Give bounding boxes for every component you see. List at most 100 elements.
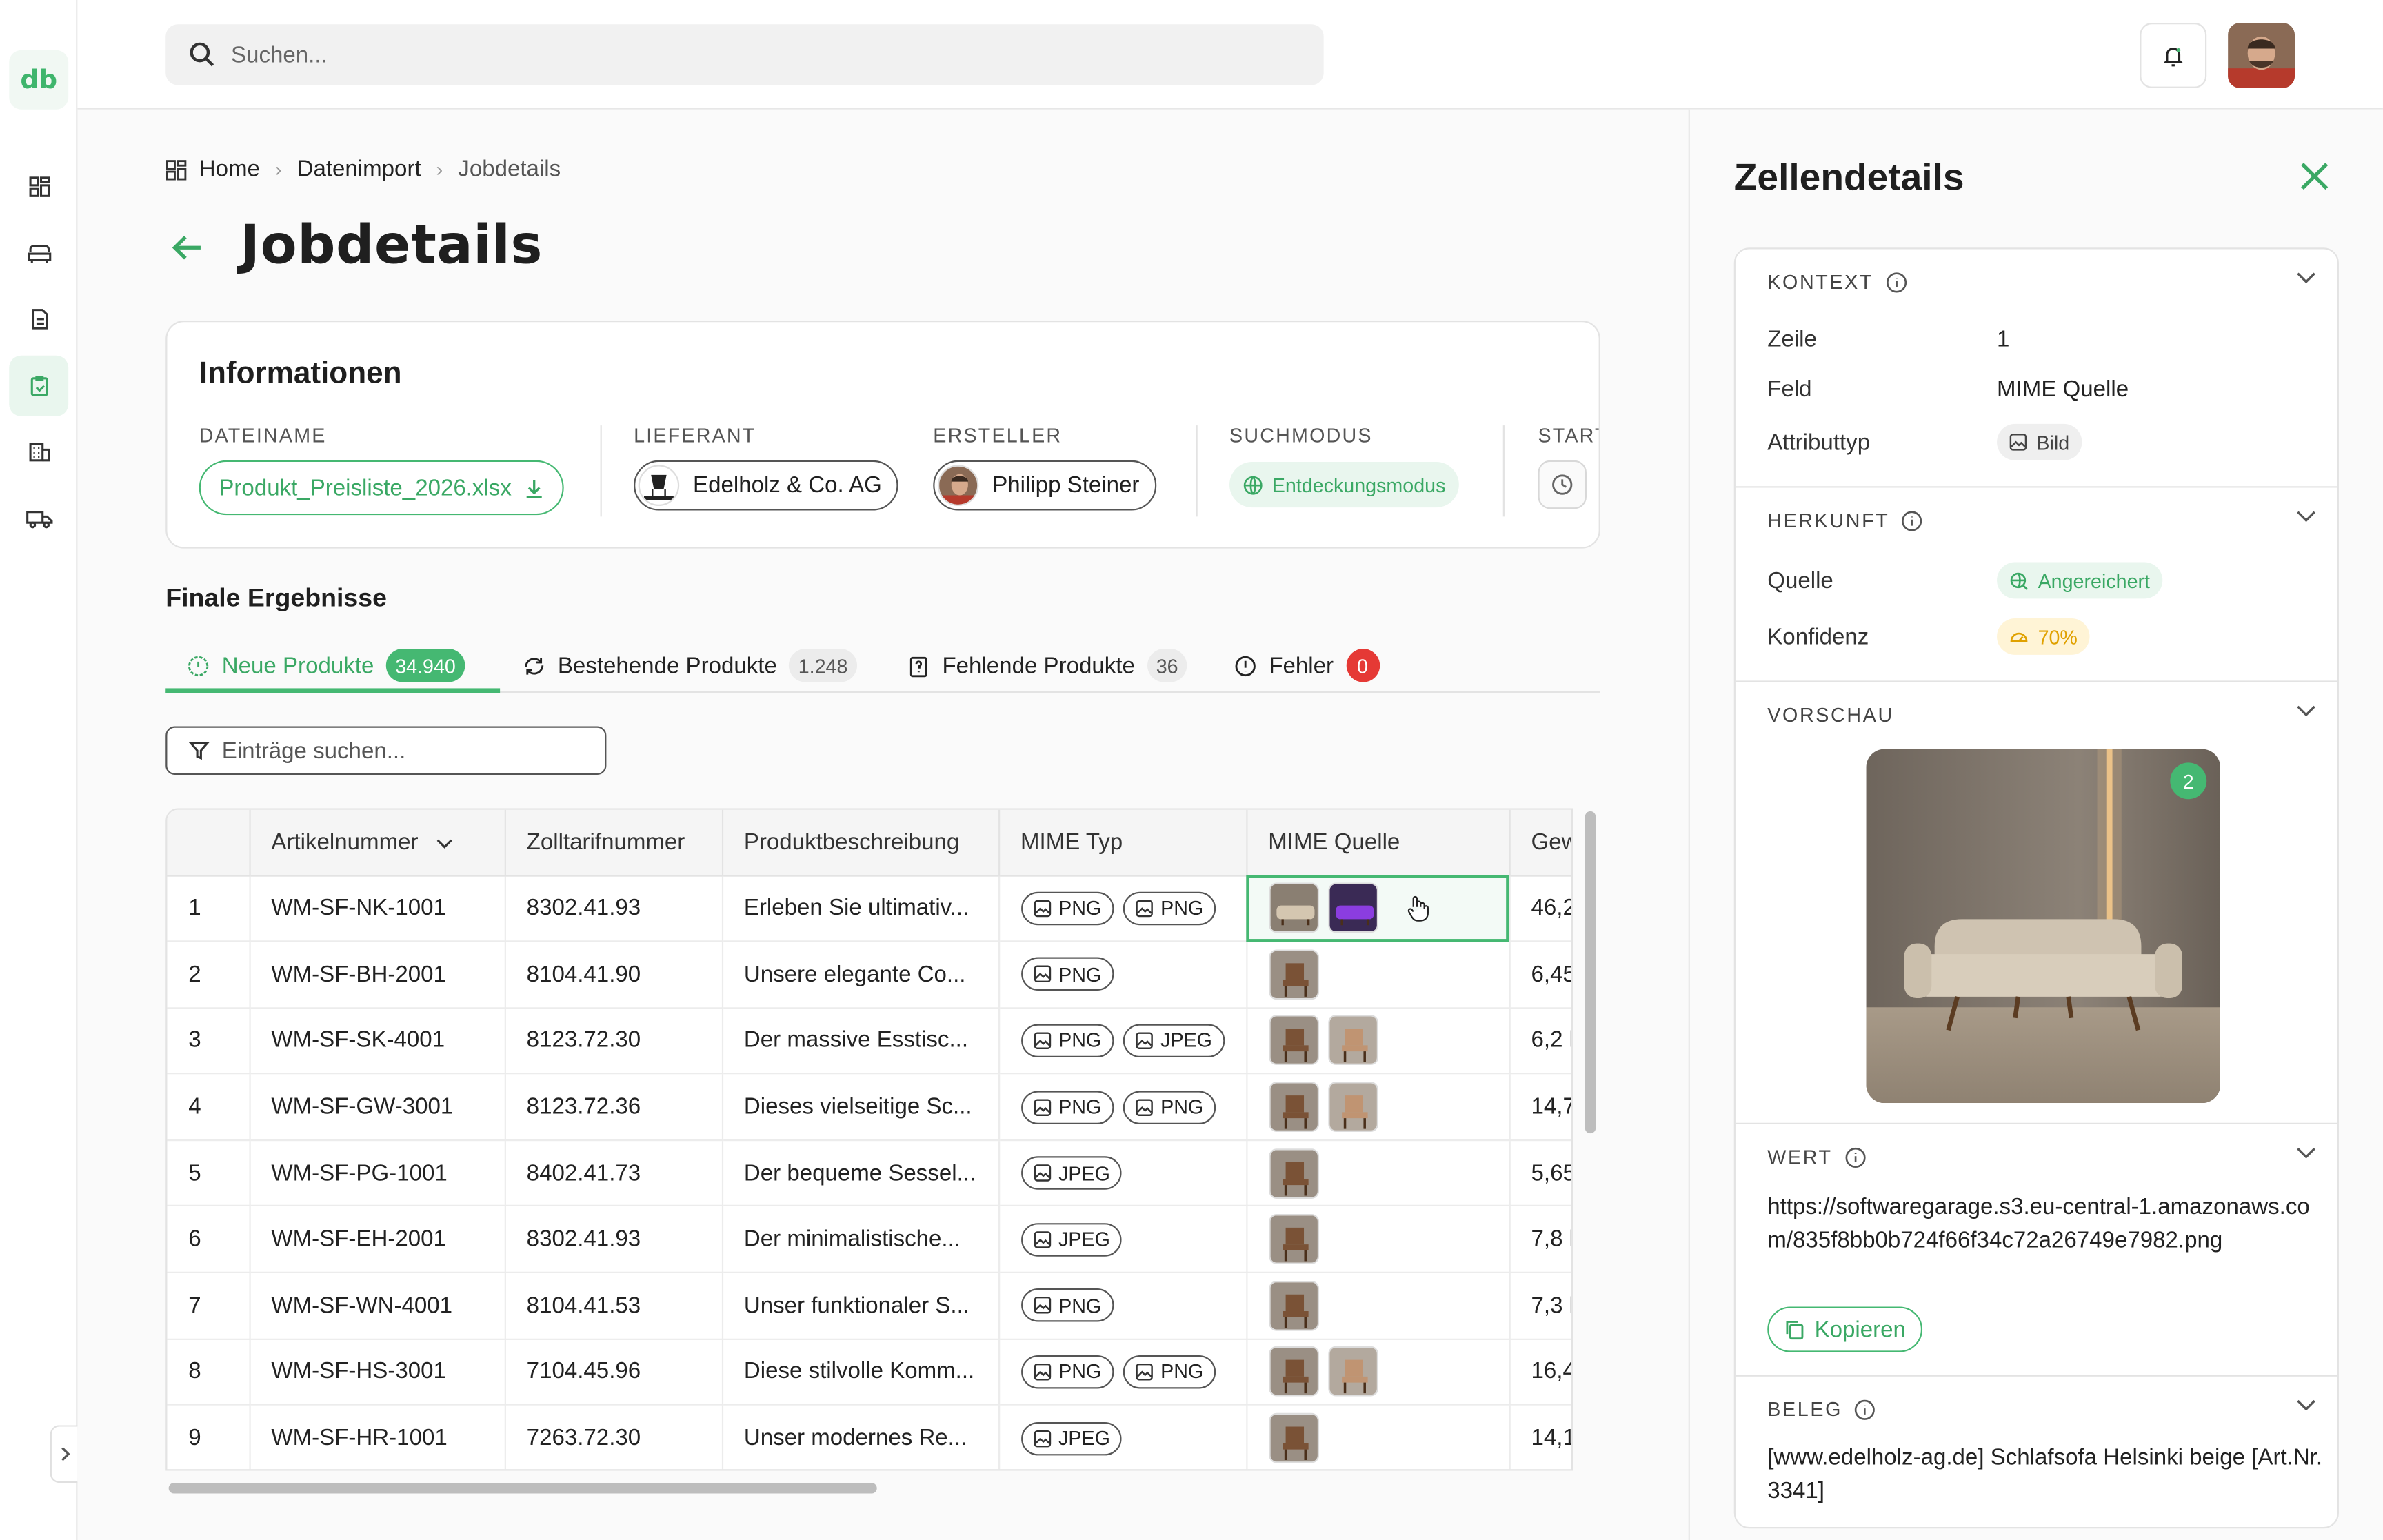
cell-artikelnummer[interactable]: WM-SF-NK-1001 [249, 875, 505, 942]
cell-mime-typ[interactable]: PNG PNG [998, 875, 1247, 942]
cell-mime-quelle[interactable] [1246, 1272, 1510, 1340]
column-header-mime-quelle[interactable]: MIME Quelle [1246, 809, 1510, 876]
cell-gewicht[interactable]: 7,8 k [1509, 1206, 1571, 1274]
cell-produktbeschreibung[interactable]: Unsere elegante Co... [721, 941, 1000, 1009]
cell-produktbeschreibung[interactable]: Der bequeme Sessel... [721, 1139, 1000, 1207]
app-logo[interactable]: db [9, 50, 69, 110]
chevron-down-icon[interactable] [2296, 1147, 2316, 1159]
section-header[interactable]: KONTEXT [1767, 270, 1907, 293]
cell-mime-quelle[interactable] [1246, 1339, 1510, 1406]
cell-mime-typ[interactable]: PNG [998, 1272, 1247, 1340]
image-thumbnail[interactable] [1268, 1148, 1318, 1199]
search-input[interactable] [231, 41, 1143, 68]
image-thumbnail[interactable] [1268, 1412, 1318, 1463]
cell-zolltarifnummer[interactable]: 8302.41.93 [504, 1206, 723, 1274]
table-row[interactable]: 9 WM-SF-HR-1001 7263.72.30 Unser modernes R… [167, 1405, 1571, 1470]
table-row[interactable]: 8 WM-SF-HS-3001 7104.45.96 Diese stilvolle … [167, 1339, 1571, 1406]
download-file-button[interactable]: Produkt_Preisliste_2026.xlsx [199, 460, 563, 516]
breadcrumb-datenimport[interactable]: Datenimport [297, 156, 421, 182]
cell-mime-typ[interactable]: PNG [998, 941, 1247, 1009]
section-header[interactable]: BELEG [1767, 1398, 1876, 1421]
table-row[interactable]: 3 WM-SF-SK-4001 8123.72.30 Der massive Esst… [167, 1007, 1571, 1075]
document-icon[interactable] [9, 289, 68, 349]
preview-image[interactable]: 2 [1866, 749, 2221, 1104]
table-row[interactable]: 1 WM-SF-NK-1001 8302.41.93 Erleben Sie ulti… [167, 875, 1571, 942]
cell-artikelnummer[interactable]: WM-SF-HS-3001 [249, 1339, 505, 1406]
building-icon[interactable] [9, 421, 68, 482]
cell-produktbeschreibung[interactable]: Der massive Esstisc... [721, 1007, 1000, 1075]
column-header-produktbeschreibung[interactable]: Produktbeschreibung [721, 809, 1000, 876]
cell-zolltarifnummer[interactable]: 8104.41.90 [504, 941, 723, 1009]
cell-zolltarifnummer[interactable]: 8123.72.30 [504, 1007, 723, 1075]
cell-mime-typ[interactable]: PNG JPEG [998, 1007, 1247, 1075]
tab-existing-products[interactable]: Bestehende Produkte 1.248 [523, 638, 857, 693]
cell-zolltarifnummer[interactable]: 8104.41.53 [504, 1272, 723, 1340]
cell-gewicht[interactable]: 14,1 [1509, 1405, 1571, 1470]
chevron-down-icon[interactable] [2296, 511, 2316, 523]
cell-gewicht[interactable]: 5,65 [1509, 1139, 1571, 1207]
cell-gewicht[interactable]: 16,4 [1509, 1339, 1571, 1406]
chevron-down-icon[interactable] [2296, 1399, 2316, 1412]
cell-artikelnummer[interactable]: WM-SF-BH-2001 [249, 941, 505, 1009]
cell-produktbeschreibung[interactable]: Diese stilvolle Komm... [721, 1339, 1000, 1406]
cell-mime-quelle[interactable] [1246, 1139, 1510, 1207]
expand-sidebar-button[interactable] [50, 1425, 78, 1483]
chevron-down-icon[interactable] [2296, 272, 2316, 285]
close-panel-button[interactable] [2297, 159, 2331, 201]
cell-mime-typ[interactable]: JPEG [998, 1206, 1247, 1274]
cell-artikelnummer[interactable]: WM-SF-GW-3001 [249, 1073, 505, 1141]
section-header[interactable]: VORSCHAU [1767, 703, 1894, 726]
section-header[interactable]: WERT [1767, 1146, 1866, 1168]
image-thumbnail[interactable] [1268, 1015, 1318, 1066]
cell-mime-quelle[interactable] [1246, 1206, 1510, 1274]
cell-produktbeschreibung[interactable]: Erleben Sie ultimativ... [721, 875, 1000, 942]
cell-mime-quelle[interactable] [1246, 875, 1510, 942]
cell-artikelnummer[interactable]: WM-SF-PG-1001 [249, 1139, 505, 1207]
tab-errors[interactable]: Fehler 0 [1234, 638, 1380, 693]
image-thumbnail[interactable] [1327, 1015, 1378, 1066]
cell-produktbeschreibung[interactable]: Unser modernes Re... [721, 1405, 1000, 1470]
cell-mime-quelle[interactable] [1246, 941, 1510, 1009]
tab-new-products[interactable]: Neue Produkte 34.940 [187, 638, 465, 693]
start-time-button[interactable] [1538, 460, 1587, 509]
sofa-icon[interactable] [9, 223, 68, 284]
image-thumbnail[interactable] [1268, 1082, 1318, 1133]
back-button[interactable] [167, 228, 206, 275]
cell-artikelnummer[interactable]: WM-SF-WN-4001 [249, 1272, 505, 1340]
breadcrumb-home[interactable]: Home [199, 156, 260, 182]
cell-mime-typ[interactable]: JPEG [998, 1405, 1247, 1470]
cell-zolltarifnummer[interactable]: 8123.72.36 [504, 1073, 723, 1141]
cell-mime-quelle[interactable] [1246, 1007, 1510, 1075]
table-row[interactable]: 6 WM-SF-EH-2001 8302.41.93 Der minimalistis… [167, 1206, 1571, 1274]
filter-input[interactable] [221, 738, 587, 764]
cell-zolltarifnummer[interactable]: 8402.41.73 [504, 1139, 723, 1207]
image-thumbnail[interactable] [1268, 949, 1318, 1000]
cell-gewicht[interactable]: 6,45 [1509, 941, 1571, 1009]
cell-artikelnummer[interactable]: WM-SF-HR-1001 [249, 1405, 505, 1470]
cell-mime-quelle[interactable] [1246, 1405, 1510, 1470]
table-row[interactable]: 2 WM-SF-BH-2001 8104.41.90 Unsere elegante … [167, 941, 1571, 1009]
cell-zolltarifnummer[interactable]: 7104.45.96 [504, 1339, 723, 1406]
column-header-gewicht[interactable]: Gew [1509, 809, 1571, 876]
table-row[interactable]: 4 WM-SF-GW-3001 8123.72.36 Dieses vielseiti… [167, 1073, 1571, 1141]
truck-icon[interactable] [9, 487, 68, 548]
chevron-down-icon[interactable] [2296, 705, 2316, 718]
table-row[interactable]: 7 WM-SF-WN-4001 8104.41.53 Unser funktional… [167, 1272, 1571, 1340]
cell-produktbeschreibung[interactable]: Der minimalistische... [721, 1206, 1000, 1274]
vertical-scrollbar[interactable] [1585, 811, 1596, 1134]
creator-pill[interactable]: Philipp Steiner [933, 460, 1156, 511]
copy-button[interactable]: Kopieren [1767, 1306, 1923, 1352]
cell-produktbeschreibung[interactable]: Unser funktionaler S... [721, 1272, 1000, 1340]
image-thumbnail[interactable] [1327, 1346, 1378, 1397]
section-header[interactable]: HERKUNFT [1767, 509, 1923, 531]
cell-zolltarifnummer[interactable]: 7263.72.30 [504, 1405, 723, 1470]
cell-zolltarifnummer[interactable]: 8302.41.93 [504, 875, 723, 942]
image-thumbnail[interactable] [1268, 883, 1318, 933]
cell-artikelnummer[interactable]: WM-SF-SK-4001 [249, 1007, 505, 1075]
cell-artikelnummer[interactable]: WM-SF-EH-2001 [249, 1206, 505, 1274]
image-thumbnail[interactable] [1268, 1214, 1318, 1265]
dashboard-icon[interactable] [9, 156, 68, 217]
cell-mime-typ[interactable]: PNG PNG [998, 1073, 1247, 1141]
horizontal-scrollbar[interactable] [168, 1483, 877, 1494]
cell-gewicht[interactable]: 46,2 [1509, 875, 1571, 942]
